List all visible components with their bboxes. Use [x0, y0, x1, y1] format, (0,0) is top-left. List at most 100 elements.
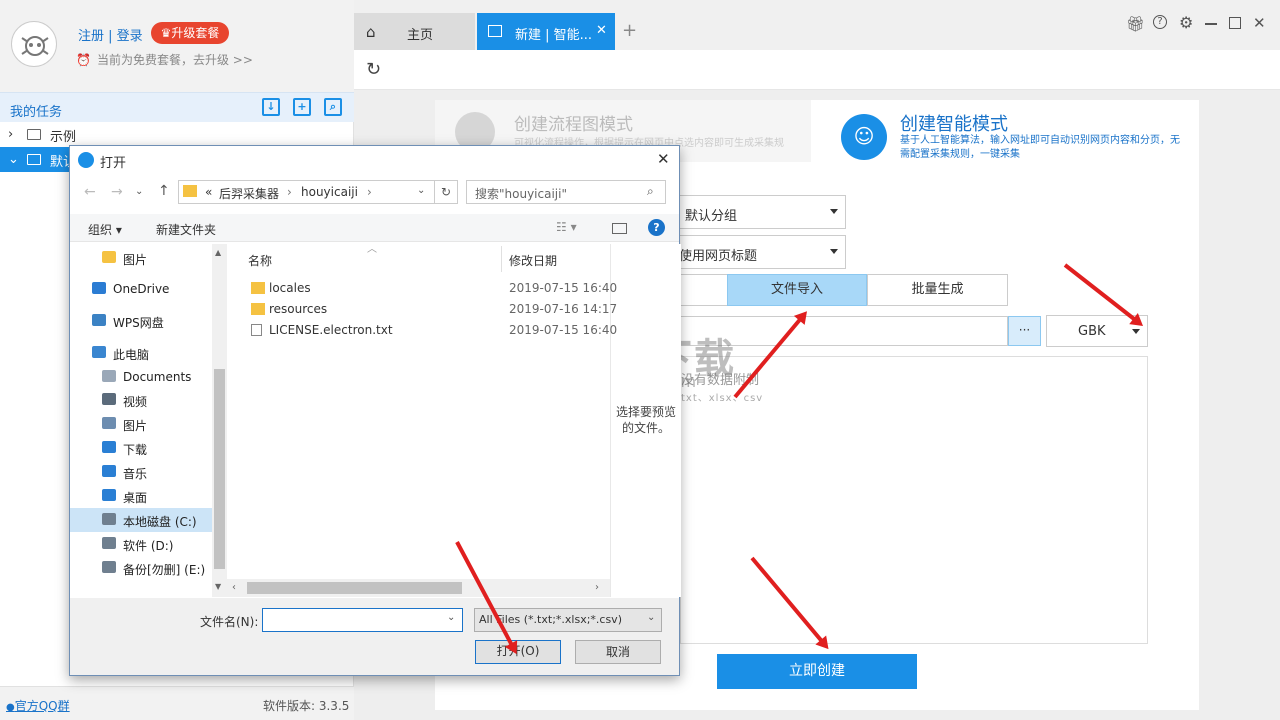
chevron-right-icon: ›: [8, 127, 14, 142]
nav-item-label: 此电脑: [113, 348, 150, 362]
nav-item[interactable]: 视频: [70, 388, 212, 412]
nav-item[interactable]: 软件 (D:): [70, 532, 212, 556]
scroll-thumb[interactable]: [214, 369, 225, 569]
dialog-title: 打开: [100, 156, 127, 171]
qq-icon: ●: [6, 702, 15, 713]
plan-text: 当前为免费套餐，去升级 >>: [96, 53, 253, 67]
clock-icon: ⏰: [76, 53, 91, 67]
help-icon[interactable]: ?: [1153, 15, 1167, 29]
scroll-down-icon[interactable]: ▼: [215, 582, 221, 591]
nav-item[interactable]: WPS网盘: [70, 309, 212, 333]
avatar[interactable]: [11, 21, 57, 67]
column-header-name[interactable]: 名称: [248, 252, 272, 269]
upgrade-button[interactable]: ♛升级套餐: [151, 22, 229, 44]
path-segment[interactable]: houyicaiji: [301, 185, 358, 199]
dialog-search-input[interactable]: 搜索"houyicaiji" ⌕: [466, 180, 666, 204]
gear-icon[interactable]: ⚙: [1179, 13, 1193, 32]
back-icon[interactable]: ←: [84, 184, 96, 200]
file-row[interactable]: locales 2019-07-15 16:40: [246, 278, 626, 299]
hscroll-thumb[interactable]: [247, 582, 462, 594]
text-file-icon: [251, 324, 262, 336]
add-task-icon[interactable]: +: [293, 98, 311, 116]
smart-mode-desc: 基于人工智能算法，输入网址即可自动识别网页内容和分页，无需配置采集规则，一键采集: [900, 135, 1180, 160]
import-task-icon[interactable]: ↓: [262, 98, 280, 116]
group-select[interactable]: 默认分组: [668, 195, 846, 229]
add-tab-icon[interactable]: +: [622, 20, 637, 41]
nav-item[interactable]: 此电脑: [70, 341, 212, 365]
close-window-icon[interactable]: ✕: [1253, 14, 1266, 32]
nav-item[interactable]: 备份[勿删] (E:): [70, 556, 212, 580]
column-divider[interactable]: [501, 246, 502, 272]
name-select[interactable]: 使用网页标题: [668, 235, 846, 269]
filename-input[interactable]: ⌄: [262, 608, 463, 632]
view-options-icon[interactable]: ☷ ▾: [556, 220, 577, 234]
path-overflow[interactable]: «: [205, 185, 212, 199]
maximize-icon[interactable]: [1229, 17, 1241, 29]
qq-group-link[interactable]: ●官方QQ群: [6, 697, 70, 714]
nav-item[interactable]: 桌面: [70, 484, 212, 508]
scroll-up-icon[interactable]: ▲: [215, 248, 221, 257]
column-header-date[interactable]: 修改日期: [509, 252, 557, 269]
mode-smart-card[interactable]: ☺ 创建智能模式 基于人工智能算法，输入网址即可自动识别网页内容和分页，无需配置…: [821, 100, 1199, 168]
search-task-icon[interactable]: ⌕: [324, 98, 342, 116]
nav-item-icon: [102, 393, 116, 405]
file-name: resources: [269, 302, 328, 316]
file-row[interactable]: LICENSE.electron.txt 2019-07-15 16:40: [246, 320, 626, 341]
nav-item-icon: [102, 537, 116, 549]
new-folder-button[interactable]: 新建文件夹: [156, 221, 216, 238]
gift-icon[interactable]: 🎁︎: [1126, 15, 1145, 33]
browse-button[interactable]: ···: [1008, 316, 1041, 346]
path-segment[interactable]: 后羿采集器: [219, 185, 279, 202]
file-hscrollbar[interactable]: ‹ ›: [227, 579, 610, 597]
nav-item-icon: [102, 441, 116, 453]
cancel-button[interactable]: 取消: [575, 640, 661, 664]
nav-scrollbar[interactable]: ▲ ▼: [212, 244, 227, 597]
tab-batch-generate[interactable]: 批量生成: [867, 274, 1008, 306]
tree-item-example[interactable]: › 示例: [0, 122, 354, 147]
tab-new-smart[interactable]: 新建 | 智能... ✕: [477, 13, 615, 50]
open-file-dialog: 打开 ✕ ← → ⌄ ↑ « 后羿采集器 › houyicaiji › ⌄ ↻ …: [69, 145, 681, 676]
name-select-value: 使用网页标题: [679, 249, 758, 264]
plan-link[interactable]: ⏰ 当前为免费套餐，去升级 >>: [76, 51, 253, 68]
nav-item-label: 音乐: [123, 467, 148, 481]
nav-item[interactable]: OneDrive: [70, 277, 212, 301]
forward-icon[interactable]: →: [111, 184, 123, 200]
create-now-button[interactable]: 立即创建: [717, 654, 917, 689]
folder-icon: [27, 129, 41, 140]
tab-file-import[interactable]: 文件导入: [727, 274, 867, 306]
home-icon: ⌂: [366, 23, 376, 41]
chevron-down-icon[interactable]: ⌄: [135, 186, 143, 197]
scroll-left-icon[interactable]: ‹: [232, 582, 236, 593]
up-icon[interactable]: ↑: [158, 183, 170, 199]
nav-item[interactable]: Documents: [70, 365, 212, 389]
close-dialog-icon[interactable]: ✕: [657, 150, 670, 168]
nav-item-label: 下载: [123, 443, 148, 457]
file-date: 2019-07-16 14:17: [509, 302, 618, 316]
formats-hint: txt、xlsx、csv: [681, 393, 764, 404]
tab-url-input[interactable]: [680, 274, 728, 306]
chevron-down-icon[interactable]: ⌄: [417, 185, 425, 196]
file-date: 2019-07-15 16:40: [509, 323, 618, 337]
nav-item-icon: [102, 561, 116, 573]
chevron-right-icon: ›: [287, 185, 292, 199]
preview-area: 没有数据附制 txt、xlsx、csv: [680, 356, 1148, 644]
chevron-down-icon[interactable]: ⌄: [447, 612, 455, 623]
nav-item[interactable]: 下载: [70, 436, 212, 460]
help-icon[interactable]: ?: [648, 219, 665, 236]
refresh-icon[interactable]: ↻: [434, 180, 458, 204]
tab-home[interactable]: ⌂ 主页: [354, 13, 475, 50]
nav-item[interactable]: 本地磁盘 (C:): [70, 508, 212, 532]
nav-item[interactable]: 图片: [70, 412, 212, 436]
file-row[interactable]: resources 2019-07-16 14:17: [246, 299, 626, 320]
login-link[interactable]: 注册 | 登录: [78, 25, 143, 44]
address-bar[interactable]: « 后羿采集器 › houyicaiji › ⌄: [178, 180, 458, 204]
close-tab-icon[interactable]: ✕: [596, 23, 607, 38]
nav-item[interactable]: 图片: [70, 246, 212, 270]
minimize-icon[interactable]: [1205, 23, 1217, 25]
scroll-right-icon[interactable]: ›: [595, 582, 599, 593]
refresh-icon[interactable]: ↻: [366, 59, 381, 80]
robot-icon: ☺: [841, 114, 887, 160]
organize-menu[interactable]: 组织 ▾: [88, 221, 122, 238]
nav-item[interactable]: 音乐: [70, 460, 212, 484]
preview-pane-icon[interactable]: [612, 223, 627, 234]
